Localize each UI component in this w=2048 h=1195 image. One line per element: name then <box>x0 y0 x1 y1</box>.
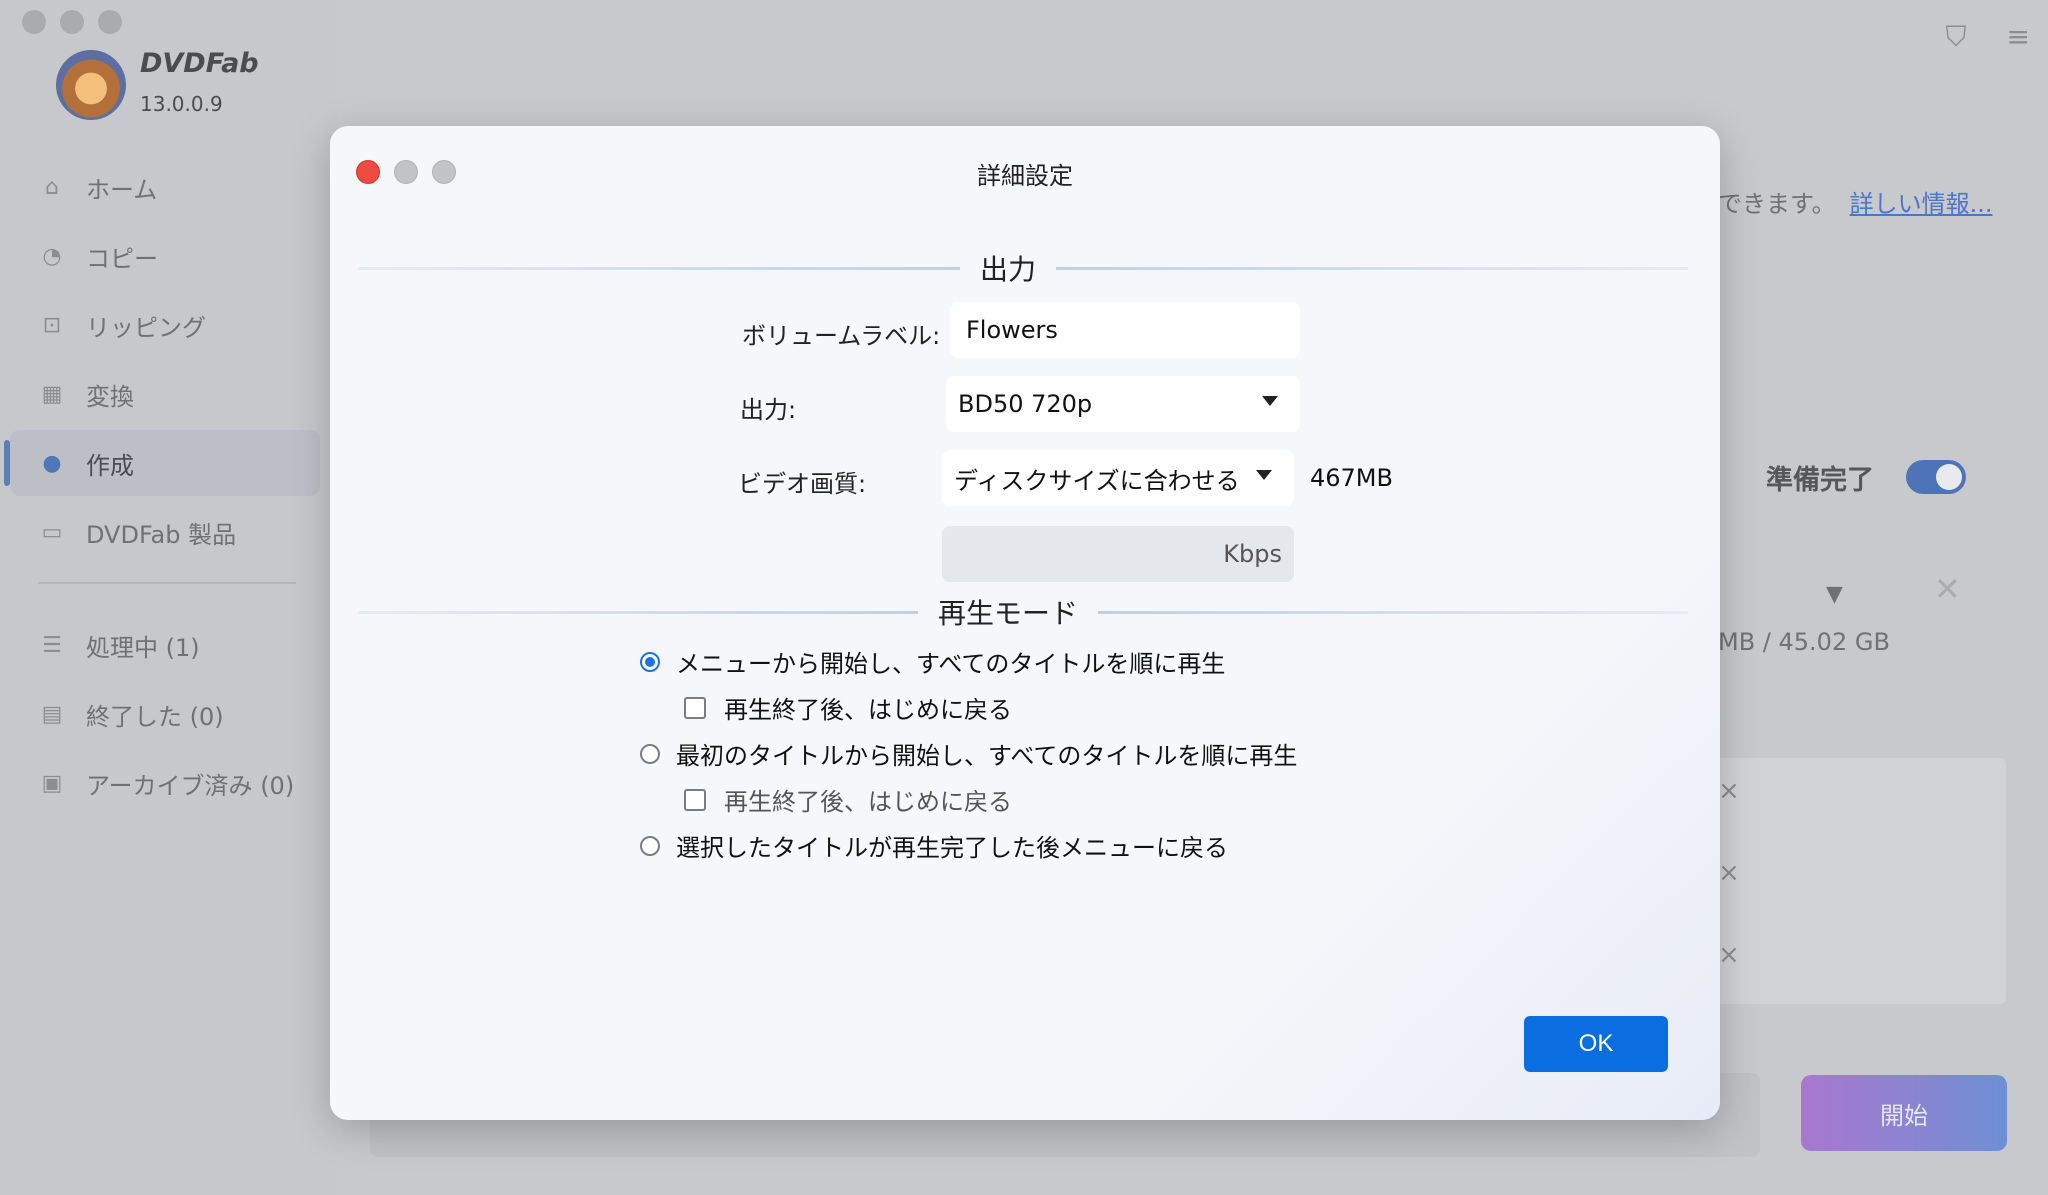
ready-toggle[interactable] <box>1906 460 1966 494</box>
nav-item-home[interactable]: ⌂ ホーム <box>10 154 320 220</box>
main-nav: ⌂ ホーム ◔ コピー ⊡ リッピング ▦ 変換 ● 作成 ▭ DVDFab 製品 <box>4 154 320 568</box>
top-right-toolbar: ⛉ ≡ <box>1946 20 2030 54</box>
dialog-title: 詳細設定 <box>977 162 1073 190</box>
radio-button[interactable] <box>640 743 660 764</box>
playback-option-return-menu[interactable]: 選択したタイトルが再生完了した後メニューに戻る <box>640 828 1228 863</box>
chevron-down-icon <box>1256 470 1272 480</box>
output-section-header: 出力 <box>358 248 1688 288</box>
chevron-down-icon <box>1262 396 1278 406</box>
option-label: 最初のタイトルから開始し、すべてのタイトルを順に再生 <box>676 742 1298 770</box>
disc-icon: ● <box>42 450 62 476</box>
video-quality-value: ディスクサイズに合わせる <box>954 466 1240 495</box>
ok-button[interactable]: OK <box>1524 1016 1668 1072</box>
shirt-icon[interactable]: ⛉ <box>1946 20 1967 54</box>
size-readout: MB / 45.02 GB <box>1718 628 1890 656</box>
option-label: 再生終了後、はじめに戻る <box>724 788 1012 816</box>
nav-label: コピー <box>86 244 158 273</box>
estimated-size: 467MB <box>1310 464 1393 492</box>
copy-icon: ◔ <box>42 243 62 269</box>
minimize-window-button[interactable] <box>60 10 84 34</box>
film-icon: ▦ <box>41 381 63 407</box>
advanced-settings-dialog: 詳細設定 出力 ボリュームラベル: 出力: BD50 720p ビデオ画質: デ… <box>330 126 1720 1120</box>
nav-item-products[interactable]: ▭ DVDFab 製品 <box>10 499 320 565</box>
app-logo <box>56 50 126 120</box>
sidebar: DVDFab 13.0.0.9 ⌂ ホーム ◔ コピー ⊡ リッピング ▦ 変換 ● 作成… <box>0 0 338 1195</box>
nav-label: 変換 <box>86 382 134 411</box>
nav-label: 作成 <box>86 451 134 480</box>
list-icon: ☰ <box>42 632 62 658</box>
window-controls <box>22 10 122 34</box>
close-window-button[interactable] <box>22 10 46 34</box>
close-icon[interactable]: × <box>1718 940 1740 970</box>
nav-label: 終了した (0) <box>86 702 224 731</box>
video-quality-caption: ビデオ画質: <box>738 470 867 498</box>
nav-item-processing[interactable]: ☰ 処理中 (1) <box>10 612 320 678</box>
output-select-value: BD50 720p <box>958 390 1093 418</box>
archive-icon: ▣ <box>41 770 63 796</box>
video-quality-select[interactable]: ディスクサイズに合わせる <box>942 450 1294 506</box>
nav-item-create[interactable]: ● 作成 <box>4 430 320 496</box>
playback-option-first-title[interactable]: 最初のタイトルから開始し、すべてのタイトルを順に再生 <box>640 736 1297 771</box>
playback-option-menu-start[interactable]: メニューから開始し、すべてのタイトルを順に再生 <box>640 644 1225 679</box>
volume-label-caption: ボリュームラベル: <box>742 322 941 350</box>
close-icon[interactable]: ✕ <box>1934 570 1961 608</box>
close-icon[interactable]: × <box>1718 776 1740 806</box>
ready-label: 準備完了 <box>1766 465 1874 496</box>
option-label: メニューから開始し、すべてのタイトルを順に再生 <box>676 650 1226 678</box>
nav-item-ripping[interactable]: ⊡ リッピング <box>10 292 320 358</box>
more-info-link[interactable]: 詳しい情報... <box>1850 190 1993 218</box>
info-text-body: できます。 <box>1718 190 1836 218</box>
playback-section-header: 再生モード <box>358 592 1688 632</box>
radio-button[interactable] <box>640 835 660 856</box>
box-icon: ▭ <box>41 519 63 545</box>
start-button[interactable]: 開始 <box>1801 1075 2007 1151</box>
nav-label: リッピング <box>86 313 206 342</box>
volume-label-input[interactable] <box>950 302 1300 358</box>
nav-item-convert[interactable]: ▦ 変換 <box>10 361 320 427</box>
app-brand: DVDFab <box>140 48 259 79</box>
nav-item-finished[interactable]: ▤ 終了した (0) <box>10 681 320 747</box>
nav-label: ホーム <box>86 175 158 204</box>
ripper-icon: ⊡ <box>42 312 62 338</box>
return-to-start-option-2[interactable]: 再生終了後、はじめに戻る <box>684 782 1012 817</box>
playback-section-title: 再生モード <box>938 597 1079 630</box>
chevron-down-icon[interactable]: ▼ <box>1826 582 1843 607</box>
checkbox[interactable] <box>684 788 706 811</box>
nav-item-archived[interactable]: ▣ アーカイブ済み (0) <box>10 750 320 816</box>
bitrate-input[interactable]: Kbps <box>942 526 1294 582</box>
output-caption: 出力: <box>740 396 797 424</box>
menu-icon[interactable]: ≡ <box>2007 20 2030 54</box>
output-section-title: 出力 <box>980 253 1037 286</box>
home-icon: ⌂ <box>45 174 59 200</box>
nav-item-copy[interactable]: ◔ コピー <box>10 223 320 289</box>
title-list-panel: × × × <box>1716 758 2006 1004</box>
nav-label: DVDFab 製品 <box>86 520 237 549</box>
app-version: 13.0.0.9 <box>140 92 223 116</box>
queue-nav: ☰ 処理中 (1) ▤ 終了した (0) ▣ アーカイブ済み (0) <box>10 612 320 819</box>
output-select[interactable]: BD50 720p <box>946 376 1300 432</box>
sidebar-divider <box>38 582 296 584</box>
return-to-start-option-1[interactable]: 再生終了後、はじめに戻る <box>684 690 1012 725</box>
bitrate-unit: Kbps <box>1223 540 1282 568</box>
nav-label: アーカイブ済み (0) <box>86 771 295 800</box>
info-text: できます。 詳しい情報... <box>1718 184 1993 219</box>
option-label: 再生終了後、はじめに戻る <box>724 696 1012 724</box>
radio-button-selected[interactable] <box>640 651 660 672</box>
nav-label: 処理中 (1) <box>86 633 200 662</box>
clipboard-icon: ▤ <box>41 701 63 727</box>
checkbox[interactable] <box>684 696 706 719</box>
option-label: 選択したタイトルが再生完了した後メニューに戻る <box>676 834 1228 862</box>
close-icon[interactable]: × <box>1718 858 1740 888</box>
zoom-window-button[interactable] <box>98 10 122 34</box>
